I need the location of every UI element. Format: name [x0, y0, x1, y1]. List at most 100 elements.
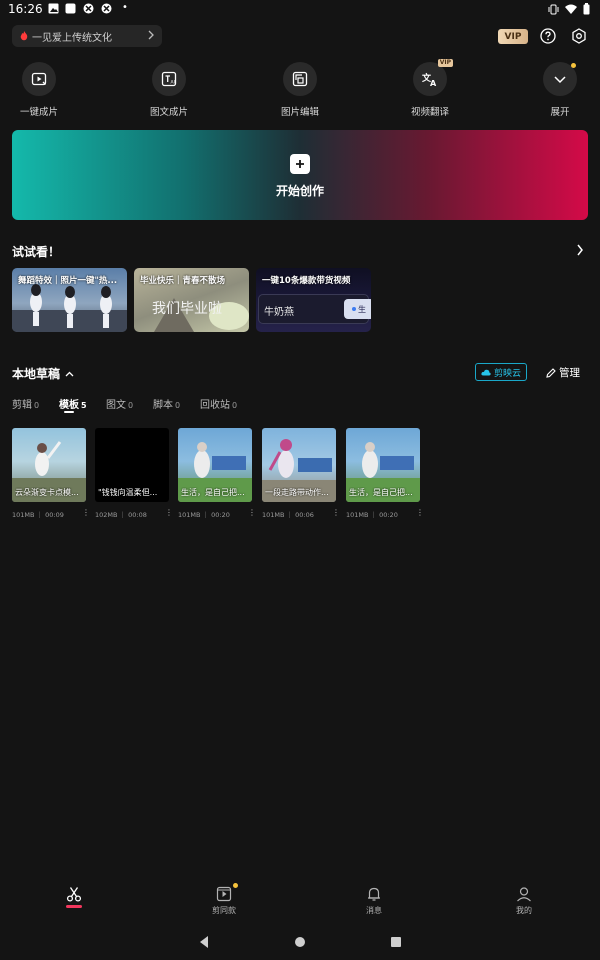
back-icon[interactable]: [198, 935, 210, 949]
draft-meta: 101MB ｜ 00:06: [262, 511, 314, 519]
manage-button[interactable]: 管理: [546, 365, 580, 380]
tool-vip-badge: VIP: [437, 59, 453, 67]
draft-item[interactable]: 生活，是自己把...: [178, 428, 252, 502]
tool-text-to-video[interactable]: AI 图文成片: [133, 62, 205, 118]
more-vertical-icon[interactable]: ⋮: [416, 508, 424, 517]
tool-expand-button[interactable]: [543, 62, 577, 96]
chevron-up-icon: [65, 371, 74, 376]
try-card-title: 一键10条爆款带货视频: [262, 276, 351, 286]
tab-count: 0: [34, 401, 40, 410]
nav-label: 我的: [516, 906, 532, 915]
draft-meta: 101MB ｜ 00:09: [12, 511, 64, 519]
notification-dot: [571, 63, 576, 68]
tab-label: 剪辑: [12, 400, 32, 411]
bell-icon: [368, 887, 380, 901]
draft-title: 生活，是自己把...: [181, 488, 245, 497]
chip-dot-icon: [352, 307, 356, 311]
fire-icon: [20, 31, 28, 41]
cloud-label: 剪映云: [493, 368, 521, 379]
draft-meta: 101MB ｜ 00:20: [178, 511, 230, 519]
tool-expand[interactable]: 展开: [524, 62, 596, 118]
cloud-button[interactable]: 剪映云: [475, 363, 527, 381]
tool-translate-button[interactable]: VIP 文A: [413, 59, 453, 96]
draft-title: 生活，是自己把...: [349, 488, 413, 497]
wifi-icon: [565, 4, 577, 14]
translate-icon: 文A: [422, 72, 437, 87]
generate-chip: 生: [344, 299, 371, 319]
image-edit-icon: [292, 71, 308, 87]
capcut-status-icon: [83, 3, 94, 14]
chevron-down-icon: [554, 76, 566, 84]
scissors-icon: [66, 887, 82, 902]
nav-edit[interactable]: [44, 886, 104, 908]
tool-image-edit[interactable]: 图片编辑: [264, 62, 336, 118]
drafts-header[interactable]: 本地草稿: [12, 365, 74, 382]
promo-text: 一见爱上传统文化: [32, 32, 112, 44]
draft-title: 一段走路带动作...: [265, 488, 329, 497]
tab-active-indicator: [64, 411, 74, 413]
vip-badge[interactable]: VIP: [498, 29, 528, 44]
tab-count: 0: [232, 401, 238, 410]
draft-meta: 102MB ｜ 00:08: [95, 511, 147, 519]
generate-chip-label: 生: [358, 304, 366, 314]
cloud-icon: [481, 369, 491, 375]
status-bar: 16:26 •: [0, 0, 600, 18]
nav-label: 剪同款: [212, 906, 236, 915]
try-card-graduation[interactable]: 我们毕业啦 毕业快乐｜青春不散场: [134, 268, 249, 332]
tool-label: 一键成片: [19, 107, 58, 118]
vibrate-icon: [548, 4, 559, 14]
product-name: 牛奶燕: [264, 307, 294, 318]
draft-item[interactable]: 云朵渐变卡点模...: [12, 428, 86, 502]
tab-count: 0: [175, 401, 181, 410]
start-create-label: 开始创作: [275, 184, 324, 198]
gallery-icon: [48, 3, 59, 14]
tool-label: 图文成片: [149, 107, 188, 118]
promo-banner[interactable]: 一见爱上传统文化: [12, 25, 162, 47]
home-icon[interactable]: [294, 935, 306, 949]
more-vertical-icon[interactable]: ⋮: [165, 508, 173, 517]
tab-edit[interactable]: 剪辑 0: [12, 396, 39, 411]
svg-text:AI: AI: [171, 80, 175, 86]
capcut-status-icon-2: [101, 3, 112, 14]
try-card-ecommerce[interactable]: 牛奶燕 生 一键10条爆款带货视频: [256, 268, 371, 332]
template-play-icon: [216, 886, 232, 902]
nav-messages[interactable]: 消息: [344, 886, 404, 916]
status-dot-icon: •: [122, 2, 128, 13]
app-square-icon: [65, 3, 76, 14]
settings-icon[interactable]: [571, 28, 587, 44]
more-vertical-icon[interactable]: ⋮: [82, 508, 90, 517]
recents-icon[interactable]: [390, 935, 402, 949]
chevron-right-icon: [148, 30, 154, 40]
drafts-title: 本地草稿: [12, 367, 61, 381]
draft-item[interactable]: "钱钱向温柔但...: [95, 428, 169, 502]
tab-script[interactable]: 脚本 0: [153, 396, 180, 411]
svg-text:A: A: [430, 79, 437, 87]
help-icon[interactable]: [540, 28, 556, 44]
battery-icon: [583, 3, 590, 15]
tab-recycle-bin[interactable]: 回收站 0: [200, 396, 237, 411]
more-vertical-icon[interactable]: ⋮: [332, 508, 340, 517]
draft-item[interactable]: 一段走路带动作...: [262, 428, 336, 502]
nav-template[interactable]: 剪同款: [194, 883, 254, 916]
tool-auto-film[interactable]: 一键成片: [3, 62, 75, 118]
try-section-title: 试试看！: [12, 245, 61, 259]
chevron-right-icon[interactable]: [576, 244, 584, 256]
draft-title: 云朵渐变卡点模...: [15, 488, 79, 497]
tool-translate[interactable]: VIP 文A 视频翻译: [394, 59, 466, 118]
tool-text-to-video-button[interactable]: AI: [152, 62, 186, 96]
plus-icon: [290, 154, 310, 174]
tab-template[interactable]: 模板 5: [59, 396, 87, 411]
profile-icon: [517, 887, 531, 902]
tab-graphic[interactable]: 图文 0: [106, 396, 133, 411]
tab-label: 回收站: [200, 400, 230, 411]
tool-image-edit-button[interactable]: [283, 62, 317, 96]
try-card-dance[interactable]: 舞蹈特效｜照片一键"热...: [12, 268, 127, 332]
more-vertical-icon[interactable]: ⋮: [248, 508, 256, 517]
text-to-video-icon: AI: [161, 71, 177, 87]
nav-profile[interactable]: 我的: [494, 886, 554, 916]
start-create-button[interactable]: 开始创作: [12, 130, 588, 220]
tool-auto-film-button[interactable]: [22, 62, 56, 96]
tab-count: 0: [128, 401, 134, 410]
draft-item[interactable]: 生活，是自己把...: [346, 428, 420, 502]
manage-label: 管理: [559, 367, 580, 379]
